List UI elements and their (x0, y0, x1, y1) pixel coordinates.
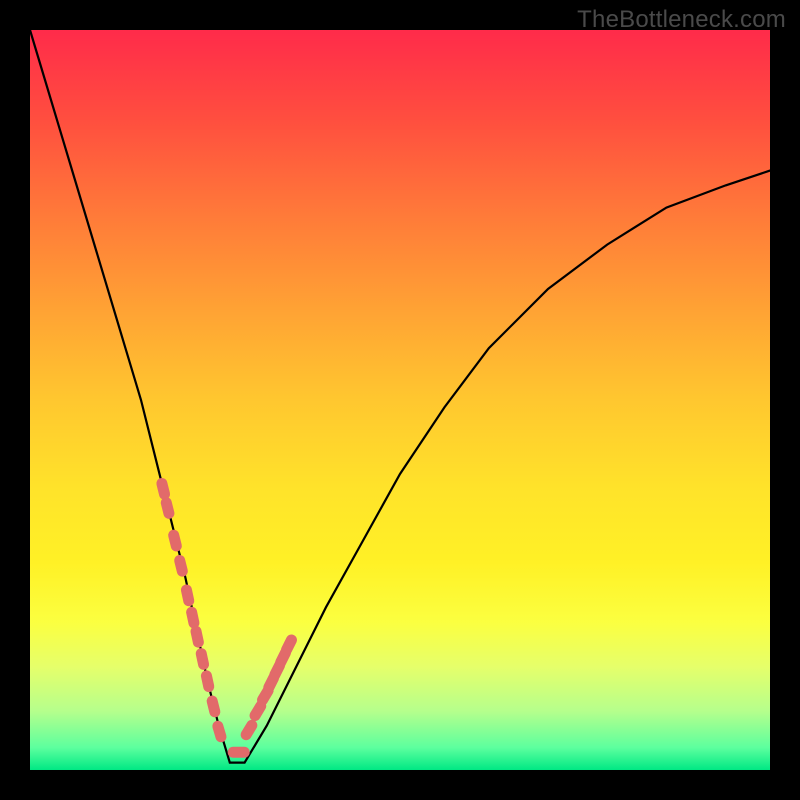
curve-marker (167, 529, 183, 553)
curve-marker (200, 669, 215, 693)
curve-marker (211, 719, 228, 743)
bottleneck-curve (30, 30, 770, 763)
curve-marker (195, 647, 210, 671)
curve-marker (173, 554, 189, 578)
marker-group (155, 477, 299, 758)
curve-marker (160, 496, 176, 520)
curve-marker (239, 718, 260, 743)
bottleneck-chart (30, 30, 770, 770)
curve-marker (190, 625, 205, 649)
curve-marker (155, 477, 171, 501)
curve-marker (185, 606, 200, 630)
watermark-text: TheBottleneck.com (577, 6, 786, 34)
chart-frame (30, 30, 770, 770)
curve-marker (180, 583, 195, 607)
curve-marker (206, 694, 222, 718)
curve-marker (228, 747, 250, 758)
